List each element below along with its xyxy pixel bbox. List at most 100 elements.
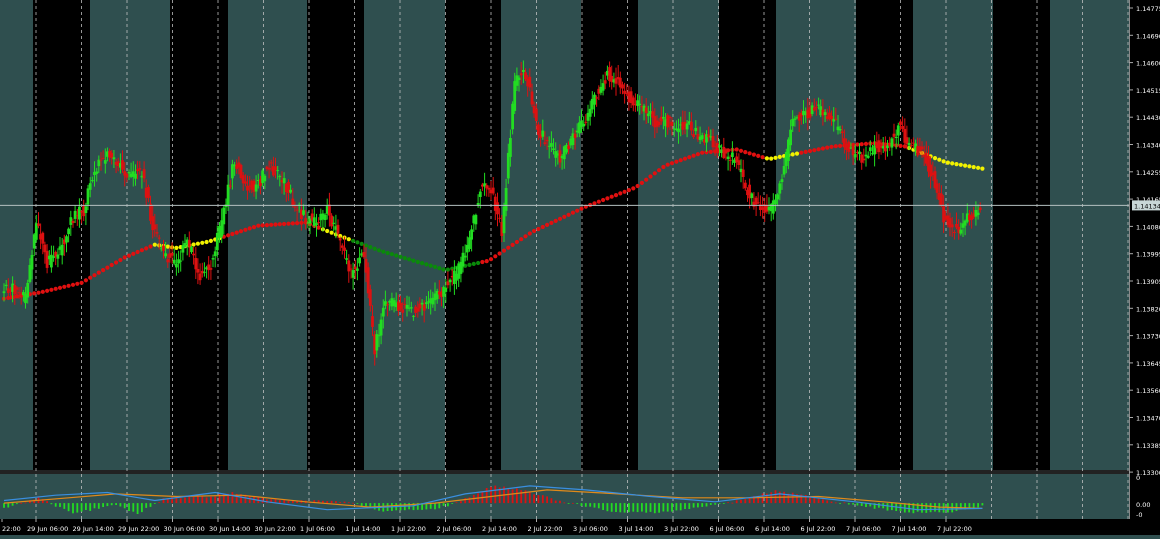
histogram-bar bbox=[145, 503, 148, 508]
histogram-bar bbox=[468, 497, 471, 504]
histogram-bar bbox=[550, 498, 553, 504]
ma-dot bbox=[92, 273, 97, 278]
candle-body bbox=[84, 206, 88, 213]
candle-body bbox=[892, 133, 896, 137]
candle-body bbox=[412, 315, 415, 317]
candle-body bbox=[4, 284, 8, 287]
ma-dot bbox=[635, 183, 640, 189]
time-tick-label: 1 Jul 22:00 bbox=[391, 525, 426, 533]
ma-dot bbox=[644, 177, 649, 182]
chart-svg[interactable]: 1.14775 1.14690 1.14600 1.14515 1.14430 1.143… bbox=[0, 0, 1160, 535]
ma-dot bbox=[605, 196, 610, 201]
ma-dot bbox=[135, 249, 140, 255]
ma-dot bbox=[794, 151, 800, 156]
ma-dot bbox=[368, 245, 373, 250]
histogram-bar bbox=[602, 503, 604, 510]
histogram-bar bbox=[106, 503, 109, 507]
ma-dot bbox=[734, 147, 739, 152]
candle-body bbox=[778, 183, 782, 194]
ma-dot bbox=[62, 284, 67, 289]
candle-body bbox=[638, 103, 642, 105]
candle-body bbox=[179, 260, 183, 262]
histogram-bar bbox=[188, 496, 191, 504]
ma-dot bbox=[191, 242, 196, 247]
ma-dot bbox=[83, 278, 88, 283]
candle-body bbox=[73, 210, 77, 219]
candle-body bbox=[172, 259, 176, 264]
histogram-bar bbox=[93, 503, 96, 509]
histogram-bar bbox=[847, 503, 850, 505]
ma-dot bbox=[101, 268, 106, 273]
histogram-bar bbox=[102, 503, 104, 507]
ma-dot bbox=[420, 261, 425, 266]
histogram-bar bbox=[132, 503, 135, 512]
ma-dot bbox=[695, 152, 701, 157]
histogram-bar bbox=[554, 500, 557, 504]
ma-dot bbox=[282, 221, 287, 227]
price-tick-label: 1.14080 bbox=[1136, 223, 1160, 231]
candle-body bbox=[289, 189, 292, 193]
histogram-bar bbox=[619, 503, 622, 513]
candle-body bbox=[847, 141, 851, 152]
candle-body bbox=[192, 253, 195, 256]
ma-dot bbox=[230, 231, 235, 237]
candle-body bbox=[88, 183, 92, 190]
ma-dot bbox=[290, 221, 295, 226]
ma-dot bbox=[532, 228, 537, 234]
histogram-bar bbox=[709, 503, 712, 505]
histogram-bar bbox=[942, 503, 945, 513]
ma-dot bbox=[277, 222, 282, 227]
candle-body bbox=[276, 170, 280, 172]
candle-body bbox=[274, 166, 277, 170]
time-tick-label: 1 Jul 06:00 bbox=[300, 525, 335, 533]
candle-body bbox=[103, 160, 107, 164]
ma-dot bbox=[264, 223, 269, 228]
candle-body bbox=[851, 146, 855, 156]
histogram-bar bbox=[330, 500, 333, 504]
candle-body bbox=[203, 271, 206, 273]
ma-dot bbox=[165, 244, 170, 249]
histogram-bar bbox=[184, 497, 186, 504]
time-tick-label: 3 Jul 22:00 bbox=[664, 525, 699, 533]
ma-dot bbox=[937, 157, 942, 162]
ma-dot bbox=[954, 162, 959, 167]
candle-body bbox=[496, 202, 499, 215]
candle-body bbox=[37, 223, 40, 226]
histogram-bar bbox=[597, 503, 600, 509]
histogram-bar bbox=[46, 501, 48, 504]
histogram-bar bbox=[3, 503, 5, 508]
candle-body bbox=[26, 282, 30, 298]
time-tick-label: 6 Jul 14:00 bbox=[755, 525, 790, 533]
candle-body bbox=[528, 76, 532, 88]
histogram-bar bbox=[7, 503, 10, 508]
histogram-bar bbox=[692, 503, 695, 508]
candle-body bbox=[550, 143, 553, 147]
histogram-bar bbox=[326, 501, 329, 504]
time-tick-label: 2 Jul 06:00 bbox=[437, 525, 472, 533]
price-tick-label: 1.13995 bbox=[1136, 251, 1160, 259]
ma-dot bbox=[618, 191, 623, 196]
ma-dot bbox=[122, 255, 127, 260]
ma-dot bbox=[579, 206, 584, 211]
candle-body bbox=[935, 183, 939, 193]
histogram-bar bbox=[11, 503, 14, 506]
chart-window[interactable]: 1.14775 1.14690 1.14600 1.14515 1.14430 1.143… bbox=[0, 0, 1160, 535]
ma-dot bbox=[407, 257, 412, 262]
ma-dot bbox=[114, 260, 119, 265]
histogram-bar bbox=[179, 498, 182, 504]
candle-body bbox=[194, 258, 198, 270]
histogram-bar bbox=[197, 496, 199, 504]
candle-body bbox=[858, 151, 861, 155]
ma-dot bbox=[394, 253, 399, 258]
histogram-bar bbox=[761, 493, 764, 504]
price-tick-label: 1.13385 bbox=[1136, 442, 1160, 450]
subwindow-band bbox=[993, 474, 1050, 519]
candle-body bbox=[399, 302, 402, 310]
candle-body bbox=[912, 142, 915, 144]
candle-body bbox=[330, 215, 333, 227]
time-tick-label: 7 Jul 22:00 bbox=[937, 525, 972, 533]
candle-body bbox=[401, 309, 405, 313]
ma-dot bbox=[941, 159, 946, 164]
candle-body bbox=[351, 270, 355, 278]
histogram-bar bbox=[584, 503, 587, 507]
